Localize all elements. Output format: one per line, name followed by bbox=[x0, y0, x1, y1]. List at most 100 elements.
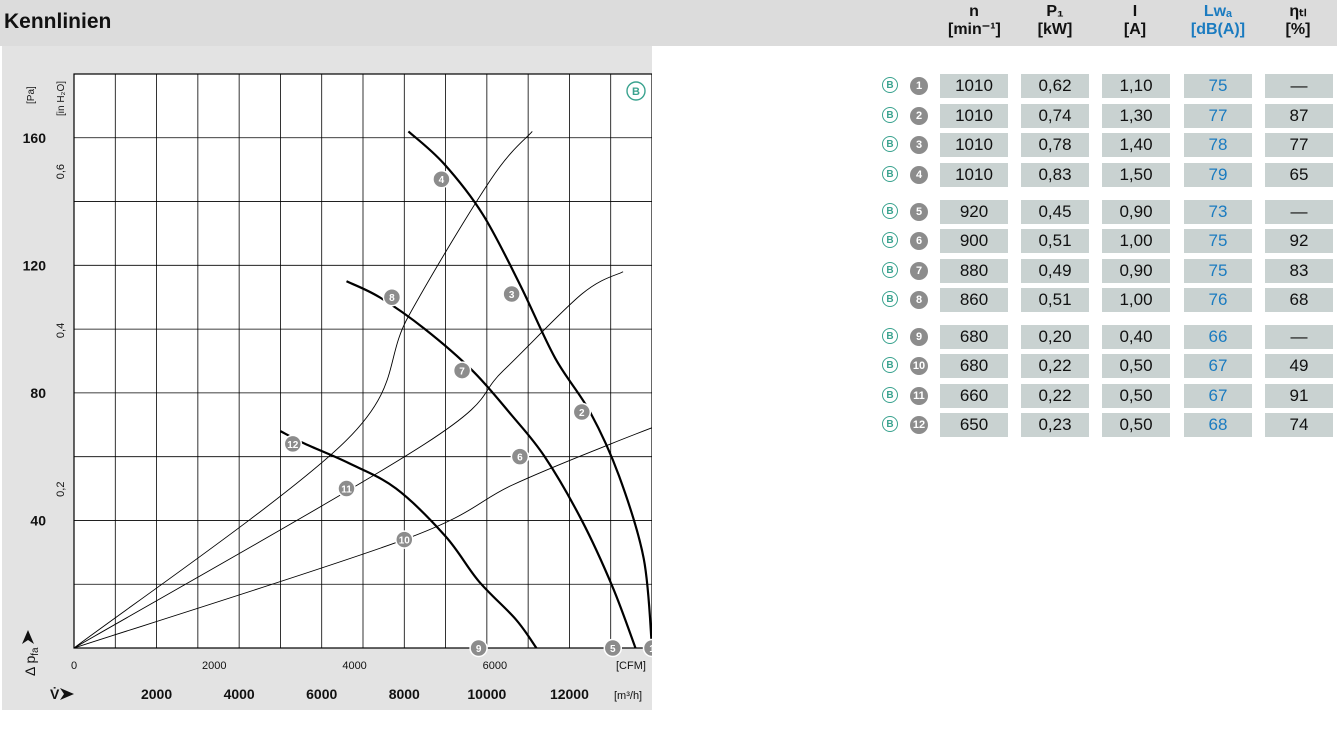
cell-lwa: 66 bbox=[1184, 325, 1252, 349]
column-header-i: I [A] bbox=[1112, 3, 1158, 39]
cell-i: 0,90 bbox=[1102, 259, 1170, 283]
cell-p1: 0,78 bbox=[1021, 133, 1089, 157]
cell-i: 0,50 bbox=[1102, 384, 1170, 408]
cell-i: 0,50 bbox=[1102, 354, 1170, 378]
b-badge-icon: B bbox=[882, 107, 898, 123]
cell-eta: 92 bbox=[1265, 229, 1333, 253]
operating-point-label: 1 bbox=[649, 644, 652, 655]
cell-lwa: 78 bbox=[1184, 133, 1252, 157]
operating-point-badge: 9 bbox=[910, 328, 928, 346]
operating-point-badge: 10 bbox=[910, 357, 928, 375]
cell-n: 680 bbox=[940, 354, 1008, 378]
operating-point-label: 8 bbox=[389, 293, 395, 304]
table-row: B 11 660 0,22 0,50 67 91 bbox=[880, 384, 1335, 408]
y2-unit-label: [in H₂O] bbox=[56, 81, 67, 116]
cell-i: 1,00 bbox=[1102, 288, 1170, 312]
y-tick-label: 160 bbox=[23, 130, 47, 146]
cell-p1: 0,22 bbox=[1021, 354, 1089, 378]
cell-i: 1,30 bbox=[1102, 104, 1170, 128]
b-badge-icon: B bbox=[882, 357, 898, 373]
cell-eta: 65 bbox=[1265, 163, 1333, 187]
cell-p1: 0,83 bbox=[1021, 163, 1089, 187]
cell-lwa: 73 bbox=[1184, 200, 1252, 224]
column-unit-lwa: [dB(A)] bbox=[1190, 21, 1246, 38]
cell-n: 880 bbox=[940, 259, 1008, 283]
cell-i: 0,50 bbox=[1102, 413, 1170, 437]
cell-p1: 0,62 bbox=[1021, 74, 1089, 98]
cell-n: 680 bbox=[940, 325, 1008, 349]
page-title: Kennlinien bbox=[4, 10, 112, 33]
x-tick-label: 8000 bbox=[389, 686, 420, 702]
cell-n: 1010 bbox=[940, 133, 1008, 157]
operating-point-label: 4 bbox=[439, 175, 445, 186]
operating-point-badge: 2 bbox=[910, 107, 928, 125]
operating-point-badge: 7 bbox=[910, 262, 928, 280]
column-unit-i: [A] bbox=[1123, 21, 1147, 38]
x-tick-label: 10000 bbox=[467, 686, 506, 702]
y-axis-arrow-icon bbox=[22, 630, 34, 644]
operating-point-label: 5 bbox=[610, 644, 616, 655]
cell-n: 1010 bbox=[940, 74, 1008, 98]
y-tick-label: 120 bbox=[23, 257, 47, 273]
operating-point-badge: 11 bbox=[910, 387, 928, 405]
column-unit-eta: [%] bbox=[1285, 21, 1311, 38]
operating-point-label: 10 bbox=[399, 536, 411, 547]
b-badge-icon: B bbox=[882, 416, 898, 432]
x-tick-label: 6000 bbox=[306, 686, 337, 702]
cell-i: 1,50 bbox=[1102, 163, 1170, 187]
column-unit-n: [min⁻¹] bbox=[948, 21, 1001, 38]
operating-point-label: 6 bbox=[517, 453, 523, 464]
y2-tick-label: 0,4 bbox=[55, 323, 67, 338]
y2-tick-label: 0,2 bbox=[55, 482, 67, 497]
table-row: B 3 1010 0,78 1,40 78 77 bbox=[880, 133, 1335, 157]
cell-i: 1,00 bbox=[1102, 229, 1170, 253]
x-tick-label: 2000 bbox=[141, 686, 172, 702]
cell-n: 660 bbox=[940, 384, 1008, 408]
x-tick-label: 12000 bbox=[550, 686, 589, 702]
cell-p1: 0,51 bbox=[1021, 288, 1089, 312]
x2-tick-label: 2000 bbox=[202, 660, 226, 672]
b-badge-icon: B bbox=[882, 262, 898, 278]
column-header-eta: ηₜₗ [%] bbox=[1276, 3, 1320, 39]
operating-point-label: 11 bbox=[341, 485, 352, 496]
cell-i: 1,10 bbox=[1102, 74, 1170, 98]
cell-n: 1010 bbox=[940, 163, 1008, 187]
x2-tick-label: 0 bbox=[71, 660, 77, 672]
cell-lwa: 67 bbox=[1184, 354, 1252, 378]
cell-p1: 0,22 bbox=[1021, 384, 1089, 408]
b-badge-icon: B bbox=[882, 136, 898, 152]
cell-lwa: 75 bbox=[1184, 259, 1252, 283]
operating-point-label: 2 bbox=[579, 408, 585, 419]
column-header-n: n [min⁻¹] bbox=[948, 3, 1001, 39]
cell-lwa: 75 bbox=[1184, 229, 1252, 253]
cell-n: 920 bbox=[940, 200, 1008, 224]
cell-i: 1,40 bbox=[1102, 133, 1170, 157]
operating-point-label: 9 bbox=[476, 644, 482, 655]
operating-point-badge: 8 bbox=[910, 291, 928, 309]
operating-point-badge: 1 bbox=[910, 77, 928, 95]
table-row: B 12 650 0,23 0,50 68 74 bbox=[880, 413, 1335, 437]
x-axis-arrow-icon bbox=[60, 688, 74, 700]
operating-point-badge: 12 bbox=[910, 416, 928, 434]
cell-p1: 0,45 bbox=[1021, 200, 1089, 224]
cell-lwa: 77 bbox=[1184, 104, 1252, 128]
column-header-p1: P₁ [kW] bbox=[1030, 3, 1080, 39]
x-axis-symbol: V̇ bbox=[50, 686, 60, 702]
cell-lwa: 75 bbox=[1184, 74, 1252, 98]
y2-tick-label: 0,6 bbox=[55, 164, 67, 179]
b-badge-icon: B bbox=[882, 166, 898, 182]
b-badge-label: B bbox=[632, 86, 640, 98]
x-tick-label: 4000 bbox=[224, 686, 255, 702]
x-unit-label: [m³/h] bbox=[614, 690, 642, 702]
cell-p1: 0,51 bbox=[1021, 229, 1089, 253]
x2-tick-label: 4000 bbox=[342, 660, 366, 672]
column-unit-p1: [kW] bbox=[1037, 21, 1073, 38]
table-row: B 5 920 0,45 0,90 73 — bbox=[880, 200, 1335, 224]
operating-point-badge: 5 bbox=[910, 203, 928, 221]
cell-n: 650 bbox=[940, 413, 1008, 437]
operating-point-badge: 4 bbox=[910, 166, 928, 184]
chart-panel: 123456789101112B0200040006000[CFM]200040… bbox=[2, 46, 652, 710]
table-row: B 8 860 0,51 1,00 76 68 bbox=[880, 288, 1335, 312]
table-row: B 6 900 0,51 1,00 75 92 bbox=[880, 229, 1335, 253]
y-axis-symbol-subscript: fa bbox=[30, 647, 41, 656]
